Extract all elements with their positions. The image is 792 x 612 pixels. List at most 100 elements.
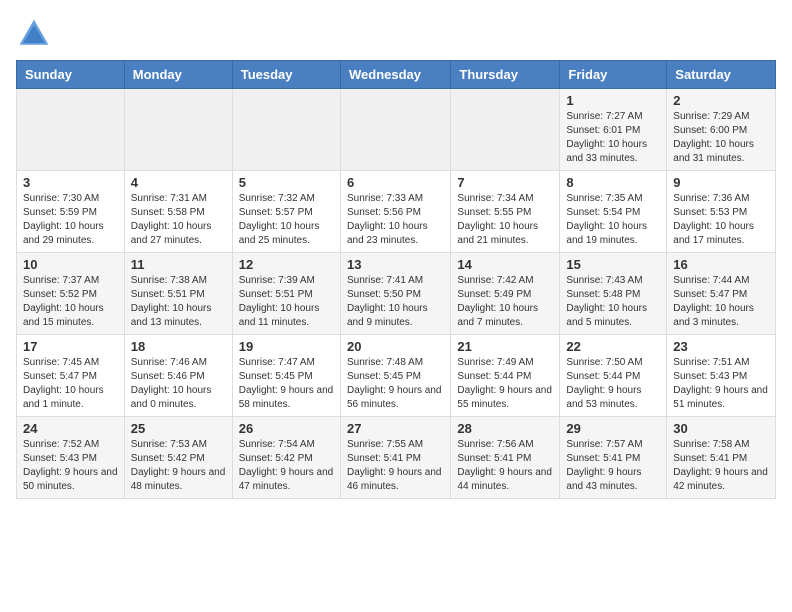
day-number: 8 xyxy=(566,175,660,190)
day-info: Sunrise: 7:41 AM Sunset: 5:50 PM Dayligh… xyxy=(347,274,444,330)
day-info: Sunrise: 7:35 AM Sunset: 5:54 PM Dayligh… xyxy=(566,192,660,248)
calendar-cell: 25 Sunrise: 7:53 AM Sunset: 5:42 PM Dayli… xyxy=(124,417,232,499)
day-info: Sunrise: 7:38 AM Sunset: 5:51 PM Dayligh… xyxy=(131,274,226,330)
day-info: Sunrise: 7:52 AM Sunset: 5:43 PM Dayligh… xyxy=(23,438,118,494)
day-number: 22 xyxy=(566,339,660,354)
calendar-cell: 6Sunrise: 7:33 AM Sunset: 5:56 PM Daylig… xyxy=(340,171,450,253)
calendar-cell: 14 Sunrise: 7:42 AM Sunset: 5:49 PM Dayli… xyxy=(451,253,560,335)
day-number: 13 xyxy=(347,257,444,272)
calendar-cell xyxy=(451,89,560,171)
day-number: 23 xyxy=(673,339,769,354)
calendar-cell: 1 Sunrise: 7:27 AM Sunset: 6:01 PM Daylig… xyxy=(560,89,667,171)
calendar-day-header: Saturday xyxy=(667,61,776,89)
day-info: Sunrise: 7:29 AM Sunset: 6:00 PM Dayligh… xyxy=(673,110,769,166)
day-number: 15 xyxy=(566,257,660,272)
calendar-cell: 18 Sunrise: 7:46 AM Sunset: 5:46 PM Dayli… xyxy=(124,335,232,417)
calendar-cell: 30 Sunrise: 7:58 AM Sunset: 5:41 PM Dayli… xyxy=(667,417,776,499)
calendar-cell: 26 Sunrise: 7:54 AM Sunset: 5:42 PM Dayli… xyxy=(232,417,340,499)
day-number: 27 xyxy=(347,421,444,436)
day-info: Sunrise: 7:43 AM Sunset: 5:48 PM Dayligh… xyxy=(566,274,660,330)
calendar-cell: 15 Sunrise: 7:43 AM Sunset: 5:48 PM Dayli… xyxy=(560,253,667,335)
calendar-cell: 28Sunrise: 7:56 AM Sunset: 5:41 PM Dayli… xyxy=(451,417,560,499)
day-info: Sunrise: 7:34 AM Sunset: 5:55 PM Dayligh… xyxy=(457,192,553,248)
day-number: 16 xyxy=(673,257,769,272)
day-info: Sunrise: 7:36 AM Sunset: 5:53 PM Dayligh… xyxy=(673,192,769,248)
calendar-week-row: 10 Sunrise: 7:37 AM Sunset: 5:52 PM Dayli… xyxy=(17,253,776,335)
day-number: 11 xyxy=(131,257,226,272)
calendar-cell xyxy=(340,89,450,171)
day-info: Sunrise: 7:30 AM Sunset: 5:59 PM Dayligh… xyxy=(23,192,118,248)
day-number: 4 xyxy=(131,175,226,190)
day-number: 25 xyxy=(131,421,226,436)
day-number: 1 xyxy=(566,93,660,108)
day-number: 3 xyxy=(23,175,118,190)
day-info: Sunrise: 7:51 AM Sunset: 5:43 PM Dayligh… xyxy=(673,356,769,412)
day-info: Sunrise: 7:48 AM Sunset: 5:45 PM Dayligh… xyxy=(347,356,444,412)
day-info: Sunrise: 7:37 AM Sunset: 5:52 PM Dayligh… xyxy=(23,274,118,330)
day-info: Sunrise: 7:45 AM Sunset: 5:47 PM Dayligh… xyxy=(23,356,118,412)
day-number: 19 xyxy=(239,339,334,354)
day-number: 5 xyxy=(239,175,334,190)
day-info: Sunrise: 7:33 AM Sunset: 5:56 PM Dayligh… xyxy=(347,192,444,248)
day-number: 24 xyxy=(23,421,118,436)
calendar-table: SundayMondayTuesdayWednesdayThursdayFrid… xyxy=(16,60,776,499)
calendar-cell: 20 Sunrise: 7:48 AM Sunset: 5:45 PM Dayli… xyxy=(340,335,450,417)
calendar-header-row: SundayMondayTuesdayWednesdayThursdayFrid… xyxy=(17,61,776,89)
calendar-cell xyxy=(17,89,125,171)
calendar-cell: 19 Sunrise: 7:47 AM Sunset: 5:45 PM Dayli… xyxy=(232,335,340,417)
day-info: Sunrise: 7:44 AM Sunset: 5:47 PM Dayligh… xyxy=(673,274,769,330)
day-number: 26 xyxy=(239,421,334,436)
calendar-day-header: Friday xyxy=(560,61,667,89)
calendar-cell xyxy=(232,89,340,171)
calendar-cell: 2 Sunrise: 7:29 AM Sunset: 6:00 PM Daylig… xyxy=(667,89,776,171)
day-info: Sunrise: 7:46 AM Sunset: 5:46 PM Dayligh… xyxy=(131,356,226,412)
calendar-cell: 16 Sunrise: 7:44 AM Sunset: 5:47 PM Dayli… xyxy=(667,253,776,335)
day-number: 7 xyxy=(457,175,553,190)
calendar-week-row: 1 Sunrise: 7:27 AM Sunset: 6:01 PM Daylig… xyxy=(17,89,776,171)
calendar-week-row: 3 Sunrise: 7:30 AM Sunset: 5:59 PM Daylig… xyxy=(17,171,776,253)
day-number: 12 xyxy=(239,257,334,272)
calendar-cell: 12Sunrise: 7:39 AM Sunset: 5:51 PM Dayli… xyxy=(232,253,340,335)
calendar-cell xyxy=(124,89,232,171)
day-info: Sunrise: 7:54 AM Sunset: 5:42 PM Dayligh… xyxy=(239,438,334,494)
calendar-week-row: 17 Sunrise: 7:45 AM Sunset: 5:47 PM Dayli… xyxy=(17,335,776,417)
calendar-cell: 9 Sunrise: 7:36 AM Sunset: 5:53 PM Daylig… xyxy=(667,171,776,253)
calendar-cell: 17 Sunrise: 7:45 AM Sunset: 5:47 PM Dayli… xyxy=(17,335,125,417)
calendar-cell: 27 Sunrise: 7:55 AM Sunset: 5:41 PM Dayli… xyxy=(340,417,450,499)
day-info: Sunrise: 7:49 AM Sunset: 5:44 PM Dayligh… xyxy=(457,356,553,412)
day-info: Sunrise: 7:57 AM Sunset: 5:41 PM Dayligh… xyxy=(566,438,660,494)
calendar-cell: 4Sunrise: 7:31 AM Sunset: 5:58 PM Daylig… xyxy=(124,171,232,253)
calendar-day-header: Wednesday xyxy=(340,61,450,89)
calendar-cell: 7 Sunrise: 7:34 AM Sunset: 5:55 PM Daylig… xyxy=(451,171,560,253)
day-number: 17 xyxy=(23,339,118,354)
calendar-cell: 3 Sunrise: 7:30 AM Sunset: 5:59 PM Daylig… xyxy=(17,171,125,253)
calendar-day-header: Sunday xyxy=(17,61,125,89)
day-number: 18 xyxy=(131,339,226,354)
day-number: 29 xyxy=(566,421,660,436)
page-header xyxy=(16,16,776,52)
day-number: 10 xyxy=(23,257,118,272)
day-number: 20 xyxy=(347,339,444,354)
day-number: 9 xyxy=(673,175,769,190)
calendar-week-row: 24 Sunrise: 7:52 AM Sunset: 5:43 PM Dayli… xyxy=(17,417,776,499)
day-number: 14 xyxy=(457,257,553,272)
calendar-day-header: Thursday xyxy=(451,61,560,89)
calendar-cell: 10 Sunrise: 7:37 AM Sunset: 5:52 PM Dayli… xyxy=(17,253,125,335)
calendar-cell: 24 Sunrise: 7:52 AM Sunset: 5:43 PM Dayli… xyxy=(17,417,125,499)
day-number: 21 xyxy=(457,339,553,354)
calendar-cell: 11 Sunrise: 7:38 AM Sunset: 5:51 PM Dayli… xyxy=(124,253,232,335)
day-info: Sunrise: 7:42 AM Sunset: 5:49 PM Dayligh… xyxy=(457,274,553,330)
day-info: Sunrise: 7:53 AM Sunset: 5:42 PM Dayligh… xyxy=(131,438,226,494)
calendar-cell: 5Sunrise: 7:32 AM Sunset: 5:57 PM Daylig… xyxy=(232,171,340,253)
day-info: Sunrise: 7:47 AM Sunset: 5:45 PM Dayligh… xyxy=(239,356,334,412)
day-info: Sunrise: 7:27 AM Sunset: 6:01 PM Dayligh… xyxy=(566,110,660,166)
calendar-cell: 13 Sunrise: 7:41 AM Sunset: 5:50 PM Dayli… xyxy=(340,253,450,335)
calendar-cell: 8 Sunrise: 7:35 AM Sunset: 5:54 PM Daylig… xyxy=(560,171,667,253)
calendar-cell: 23 Sunrise: 7:51 AM Sunset: 5:43 PM Dayli… xyxy=(667,335,776,417)
calendar-cell: 29 Sunrise: 7:57 AM Sunset: 5:41 PM Dayli… xyxy=(560,417,667,499)
day-info: Sunrise: 7:58 AM Sunset: 5:41 PM Dayligh… xyxy=(673,438,769,494)
day-number: 30 xyxy=(673,421,769,436)
day-number: 2 xyxy=(673,93,769,108)
day-info: Sunrise: 7:55 AM Sunset: 5:41 PM Dayligh… xyxy=(347,438,444,494)
calendar-day-header: Monday xyxy=(124,61,232,89)
